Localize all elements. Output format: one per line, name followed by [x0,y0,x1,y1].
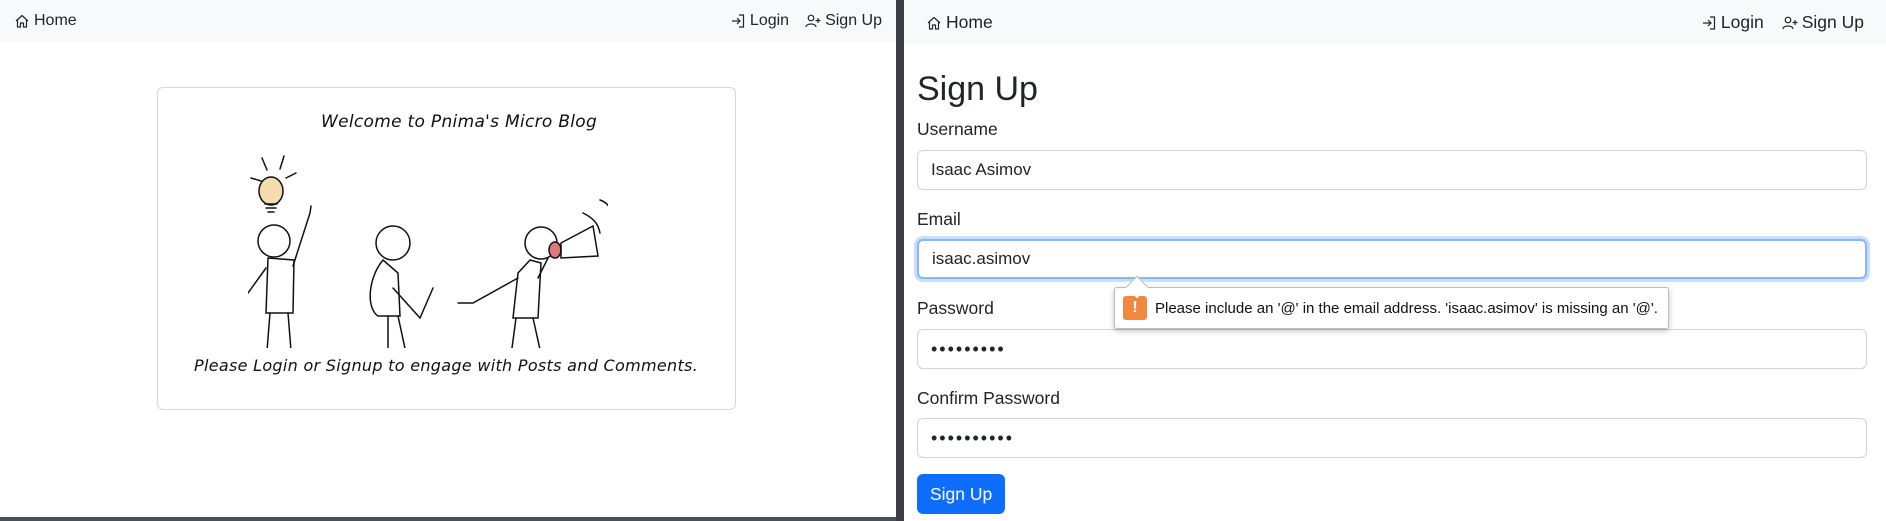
username-input[interactable]: Isaac Asimov [917,150,1867,190]
nav-home-label: Home [34,12,77,29]
window-bottom-border [0,517,896,521]
login-arrow-icon [1701,15,1717,31]
email-label: Email [917,209,961,229]
password-value: ••••••••• [931,338,1006,359]
email-input[interactable]: isaac.asimov [917,239,1867,279]
nav-login-link[interactable]: Login [730,12,789,30]
nav-login-link[interactable]: Login [1701,12,1764,33]
sign-up-button[interactable]: Sign Up [917,474,1006,514]
person-plus-icon [805,13,821,29]
nav-right-group: Login Sign Up [730,12,882,30]
nav-login-label: Login [1720,12,1764,32]
right-window: Home Login Sign Up Sign Up Username Isaa… [904,0,1886,521]
stick-figures-illustration [248,155,608,348]
nav-home-link[interactable]: Home [926,12,993,33]
confirm-password-value: •••••••••• [931,427,1015,448]
house-icon [14,13,30,29]
lightbulb-icon [250,155,297,213]
email-validation-tooltip: ! Please include an '@' in the email add… [1114,275,1669,329]
stick-figure-pointing [248,205,312,348]
nav-signup-link[interactable]: Sign Up [805,12,882,30]
tooltip-message: Please include an '@' in the email addre… [1155,299,1658,317]
left-window: Home Login Sign Up Welcome to Pnima's Mi… [0,0,896,521]
confirm-password-label: Confirm Password [917,388,1060,408]
nav-signup-link[interactable]: Sign Up [1782,12,1864,33]
nav-home-link[interactable]: Home [14,12,77,30]
nav-signup-label: Sign Up [1801,12,1864,32]
password-input[interactable]: ••••••••• [917,329,1867,369]
confirm-password-input[interactable]: •••••••••• [917,418,1867,458]
nav-login-label: Login [749,12,790,29]
welcome-card: Welcome to Pnima's Micro Blog Please Log… [157,87,736,410]
login-arrow-icon [730,13,746,29]
house-icon [926,15,942,31]
exclamation-icon: ! [1123,296,1147,320]
nav-right-group: Login Sign Up [1701,12,1864,33]
tooltip-arrow [1125,275,1149,299]
stick-figure-laptop [369,225,434,348]
navbar: Home Login Sign Up [904,0,1886,45]
email-value: isaac.asimov [932,249,1031,268]
username-value: Isaac Asimov [931,160,1032,179]
password-label: Password [917,298,994,318]
stick-figure-megaphone [457,199,608,348]
navbar: Home Login Sign Up [0,0,896,42]
welcome-message: Please Login or Signup to engage with Po… [194,356,699,375]
nav-home-label: Home [946,12,993,32]
nav-signup-label: Sign Up [825,12,882,29]
person-plus-icon [1782,15,1798,31]
username-label: Username [917,119,998,139]
page-title: Sign Up [917,70,1038,108]
